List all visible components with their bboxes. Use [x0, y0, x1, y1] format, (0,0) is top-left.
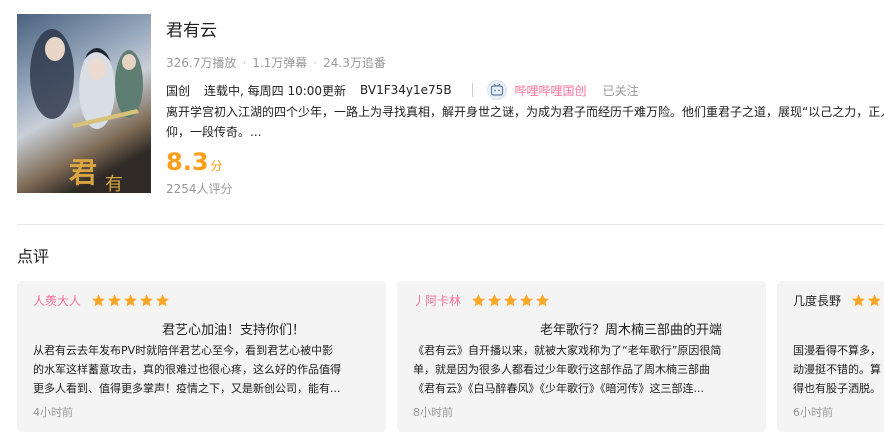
review-header: 丿阿卡林 — [413, 292, 550, 309]
star-rating — [471, 293, 550, 308]
review-time: 8小时前 — [413, 406, 453, 419]
review-line: 动漫挺不错的。算 — [793, 363, 881, 376]
cover-image[interactable]: 君 有 — [17, 14, 151, 193]
play-count: 326.7万播放 — [166, 56, 237, 70]
review-time: 4小时前 — [33, 406, 73, 419]
review-line: 的水军这样蓄意攻击，真的很难过也很心疼，这么好的作品值得 — [33, 363, 341, 376]
show-meta: 国创 连载中, 每周四 10:00更新 BV1F34y1e75B 哔哩哔哩国创 … — [166, 80, 639, 100]
star-icon — [868, 294, 881, 307]
schedule-label: 连载中, 每周四 10:00更新 — [204, 83, 347, 98]
star-icon — [504, 294, 517, 307]
rating-score: 8.3 分 — [166, 148, 223, 176]
follow-button[interactable]: 已关注 — [603, 82, 639, 99]
review-title[interactable]: 老年歌行？周木楠三部曲的开端 — [540, 319, 722, 338]
rater-count: 2254人评分 — [166, 182, 233, 196]
follower-count: 24.3万追番 — [323, 56, 386, 70]
section-divider — [17, 224, 884, 225]
review-line: 单，就是因为很多人都看过少年歌行这部作品了周木楠三部曲 — [413, 363, 710, 376]
star-icon — [108, 294, 121, 307]
star-icon — [140, 294, 153, 307]
review-header: 几度長野 — [793, 292, 884, 309]
review-card[interactable]: 几度長野 国漫看得不算多， 动漫挺不错的。算 得也有股子洒脱。 6小时前 — [777, 281, 884, 432]
description-line[interactable]: 仰，一段传奇。... — [166, 122, 884, 142]
review-title[interactable]: 君艺心加油！支持你们！ — [162, 319, 305, 338]
svg-text:有: 有 — [105, 174, 123, 193]
score-value: 8.3 — [166, 148, 209, 176]
show-title[interactable]: 君有云 — [166, 16, 217, 41]
review-line: 得也有股子洒脱。 — [793, 382, 881, 395]
description-line: 离开学宫初入江湖的四个少年，一路上为寻找真相，解开身世之谜，为成为君子而经历千难… — [166, 105, 884, 119]
review-card[interactable]: 人羡大人 君艺心加油！支持你们！ 从君有云去年发布PV时就陪伴君艺心至今，看到君… — [17, 281, 386, 432]
show-description: 离开学宫初入江湖的四个少年，一路上为寻找真相，解开身世之谜，为成为君子而经历千难… — [166, 102, 884, 142]
danmaku-count: 1.1万弹幕 — [252, 56, 308, 70]
svg-text:君: 君 — [69, 156, 97, 189]
review-line: 从君有云去年发布PV时就陪伴君艺心至今，看到君艺心被中影 — [33, 344, 334, 357]
review-time: 6小时前 — [793, 406, 833, 419]
review-body[interactable]: 《君有云》自开播以来，就被大家戏称为了“老年歌行”原因很简 单，就是因为很多人都… — [413, 341, 755, 398]
score-unit: 分 — [210, 159, 223, 173]
review-card[interactable]: 丿阿卡林 老年歌行？周木楠三部曲的开端 《君有云》自开播以来，就被大家戏称为了“… — [397, 281, 766, 432]
review-line: 《君有云》《白马醉春风》《少年歌行》《暗河传》这三部连... — [413, 382, 704, 395]
star-icon — [156, 294, 169, 307]
origin-label[interactable]: 国创 — [166, 82, 190, 99]
review-username[interactable]: 人羡大人 — [33, 292, 81, 309]
star-rating — [91, 293, 170, 308]
uploader-avatar-icon[interactable] — [486, 80, 507, 100]
star-rating — [851, 293, 884, 308]
reviews-section-title: 点评 — [17, 247, 50, 266]
review-line: 国漫看得不算多， — [793, 344, 881, 357]
stat-separator: · — [242, 56, 247, 70]
cover-artwork: 君 有 — [17, 14, 151, 193]
stat-separator: · — [313, 56, 318, 70]
meta-divider — [471, 83, 473, 97]
star-icon — [472, 294, 485, 307]
review-username[interactable]: 几度長野 — [793, 292, 841, 309]
star-icon — [488, 294, 501, 307]
review-header: 人羡大人 — [33, 292, 170, 309]
star-icon — [92, 294, 105, 307]
bvid-label: BV1F34y1e75B — [360, 83, 452, 97]
star-icon — [124, 294, 137, 307]
uploader-name[interactable]: 哔哩哔哩国创 — [515, 82, 587, 99]
show-stats: 326.7万播放 · 1.1万弹幕 · 24.3万追番 — [166, 54, 386, 71]
review-line: 《君有云》自开播以来，就被大家戏称为了“老年歌行”原因很简 — [413, 344, 722, 357]
review-body[interactable]: 从君有云去年发布PV时就陪伴君艺心至今，看到君艺心被中影 的水军这样蓄意攻击，真… — [33, 341, 375, 398]
tv-face-icon — [490, 83, 503, 96]
review-username[interactable]: 丿阿卡林 — [413, 292, 461, 309]
star-icon — [536, 294, 549, 307]
review-body[interactable]: 国漫看得不算多， 动漫挺不错的。算 得也有股子洒脱。 — [793, 341, 884, 398]
review-line: 更多人看到、值得更多掌声！疫情之下，又是新创公司，能有... — [33, 382, 341, 395]
star-icon — [852, 294, 865, 307]
star-icon — [520, 294, 533, 307]
